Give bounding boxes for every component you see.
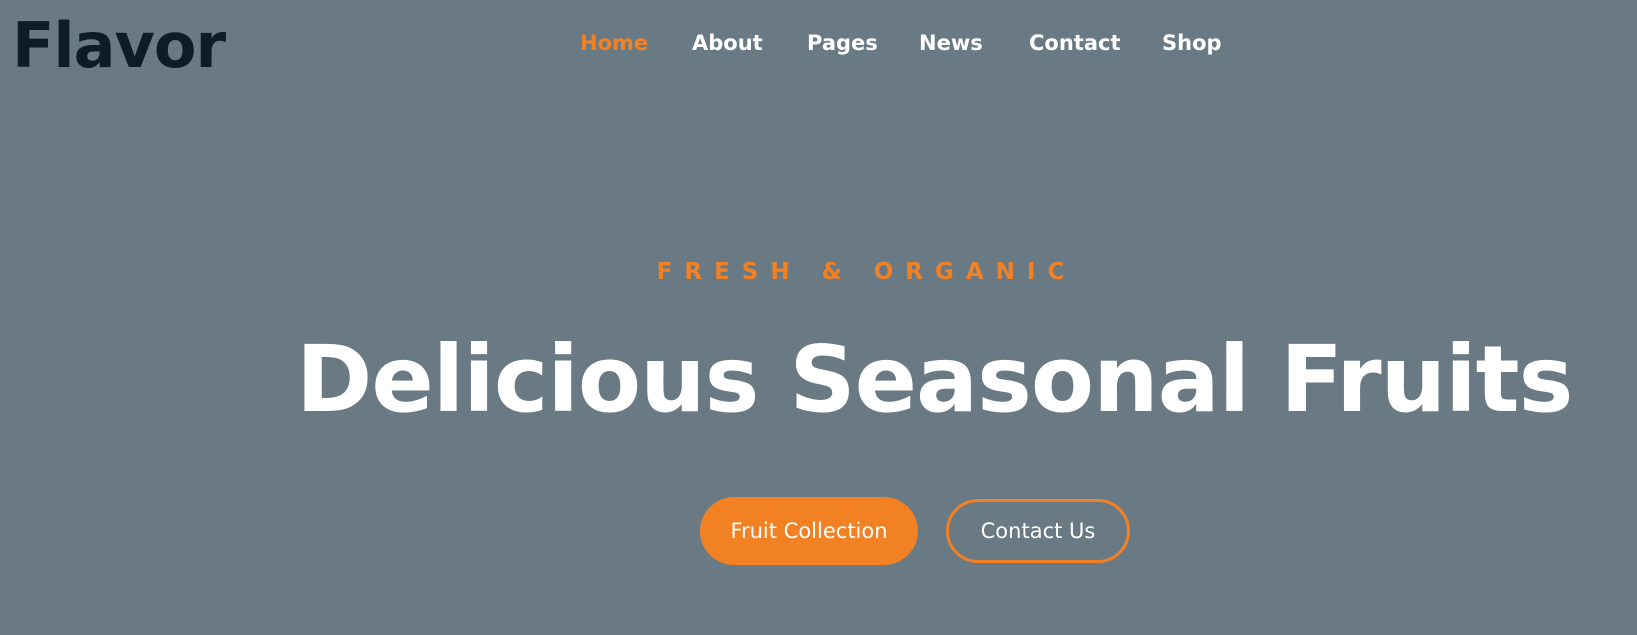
hero-headline: Delicious Seasonal Fruits xyxy=(296,326,1573,433)
nav-contact-link[interactable]: Contact xyxy=(1029,26,1121,60)
nav-about-link[interactable]: About xyxy=(692,26,763,60)
fruit-collection-button[interactable]: Fruit Collection xyxy=(700,497,918,565)
hero-eyebrow: FRESH & ORGANIC xyxy=(656,259,1077,285)
nav-pages-link[interactable]: Pages xyxy=(807,26,878,60)
nav-shop-link[interactable]: Shop xyxy=(1162,26,1222,60)
nav-home-link[interactable]: Home xyxy=(580,26,648,60)
page: Flavor Home About Pages News Contact Sho… xyxy=(0,0,1637,635)
contact-us-button[interactable]: Contact Us xyxy=(946,499,1130,563)
nav-news-link[interactable]: News xyxy=(919,26,983,60)
main-nav: Home About Pages News Contact Shop xyxy=(0,26,1637,60)
